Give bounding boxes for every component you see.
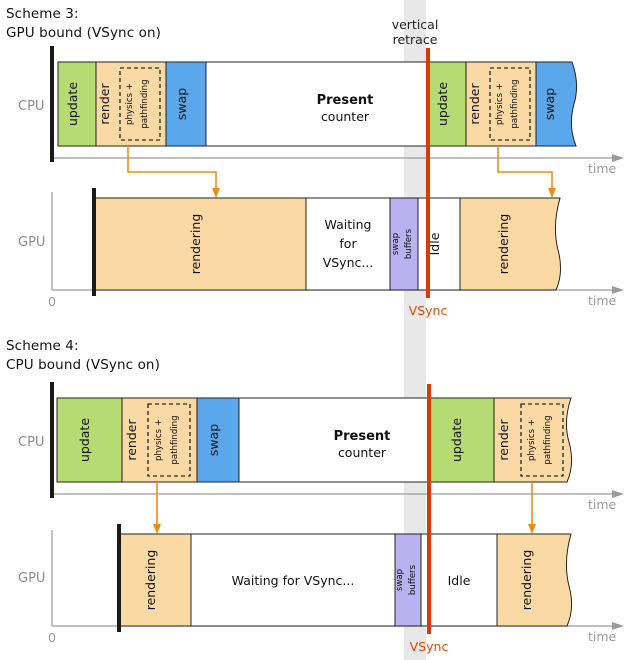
cpu-block-swap-1-label: swap xyxy=(206,424,221,456)
cpu-block-render-1-label: render xyxy=(124,419,139,461)
cpu-present-label-bold: Present xyxy=(317,93,374,108)
gpu-block-rendering-2-label: rendering xyxy=(496,214,511,275)
gpu-time-label: time xyxy=(588,629,617,644)
cpu-physics-box-2-label-line2: pathfinding xyxy=(543,415,553,464)
connector-2-arrowhead xyxy=(528,524,536,534)
cpu-present-label-bold: Present xyxy=(334,429,391,444)
cpu-block-render-1-label: render xyxy=(97,83,112,125)
scheme-4-chart: time CPU update render physics + pathfin… xyxy=(18,330,624,660)
gpu-block-rendering-1-label: rendering xyxy=(143,550,158,611)
gpu-blocks-scheme4: rendering Waiting for VSync... swap buff… xyxy=(118,533,573,627)
gpu-block-rendering-2-label: rendering xyxy=(519,550,534,611)
scheme-4: Scheme 4: CPU bound (VSync on) time CPU … xyxy=(0,330,640,660)
cpu-row-label: CPU xyxy=(18,435,44,450)
cpu-physics-box-2-label-line1: physics + xyxy=(527,419,537,461)
gpu-zero-label: 0 xyxy=(48,294,56,309)
cpu-block-update-2-label: update xyxy=(449,418,464,462)
gpu-block-swap-buffers-1-label-line2: buffers xyxy=(408,564,418,595)
cpu-physics-box-1-label-line2: pathfinding xyxy=(140,79,150,128)
gpu-block-waiting-1-label-line3: VSync... xyxy=(323,255,374,270)
cpu-physics-box-1-label-line2: pathfinding xyxy=(170,415,180,464)
gpu-block-swap-buffers-1-label-line2: buffers xyxy=(404,228,414,259)
gpu-block-swap-buffers-1-label-line1: swap xyxy=(391,233,401,255)
gpu-time-label: time xyxy=(588,293,617,308)
cpu-block-update-1-label: update xyxy=(65,82,80,126)
gpu-block-waiting-1-label-line2: for xyxy=(339,236,357,251)
cpu-block-render-2-label: render xyxy=(467,83,482,125)
scheme-3-chart: vertical retrace time CPU update render … xyxy=(18,0,624,330)
cpu-block-swap-1-label: swap xyxy=(174,88,189,120)
gpu-row-label: GPU xyxy=(18,571,45,586)
gpu-blocks-scheme3: rendering Waiting for VSync... swap buff… xyxy=(93,197,562,291)
gpu-block-rendering-1-label: rendering xyxy=(188,214,203,275)
cpu-physics-box-1-label-line1: physics + xyxy=(125,83,135,125)
cpu-blocks-scheme4: update render physics + pathfinding swap… xyxy=(56,397,573,483)
cpu-present-label-normal: counter xyxy=(321,109,370,124)
gpu-block-swap-buffers-1-label-line1: swap xyxy=(395,569,405,591)
vertical-retrace-label-line2: retrace xyxy=(393,32,438,47)
vertical-retrace-label-line1: vertical xyxy=(392,17,439,32)
vsync-label: VSync xyxy=(409,303,448,318)
connector-2 xyxy=(497,146,553,190)
scheme-3: Scheme 3: GPU bound (VSync on) vertical … xyxy=(0,0,640,330)
gpu-row-label: GPU xyxy=(18,235,45,250)
gpu-block-waiting-1-label: Waiting for VSync... xyxy=(232,573,355,588)
connector-2-arrowhead xyxy=(548,188,556,198)
cpu-block-render-2-label: render xyxy=(496,419,511,461)
connector-1 xyxy=(127,146,217,190)
cpu-blocks-scheme3: update render physics + pathfinding swap… xyxy=(57,61,578,147)
gpu-block-waiting-1-label-line1: Waiting xyxy=(325,217,372,232)
cpu-time-label: time xyxy=(588,497,617,512)
connector-1-arrowhead xyxy=(212,188,220,198)
cpu-physics-box-2-label-line1: physics + xyxy=(495,83,505,125)
cpu-block-update-1-label: update xyxy=(77,418,92,462)
cpu-physics-box-1-label-line1: physics + xyxy=(154,419,164,461)
gpu-zero-label: 0 xyxy=(48,630,56,645)
connector-1-arrowhead xyxy=(153,524,161,534)
cpu-time-label: time xyxy=(588,161,617,176)
cpu-physics-box-2-label-line2: pathfinding xyxy=(510,79,520,128)
gpu-block-idle-1-label: Idle xyxy=(448,573,471,588)
cpu-row-label: CPU xyxy=(18,99,44,114)
vsync-label: VSync xyxy=(410,639,449,654)
gpu-block-rendering-2 xyxy=(496,533,573,627)
cpu-present-label-normal: counter xyxy=(338,445,387,460)
cpu-block-update-2-label: update xyxy=(435,82,450,126)
cpu-block-swap-2-label: swap xyxy=(542,88,557,120)
